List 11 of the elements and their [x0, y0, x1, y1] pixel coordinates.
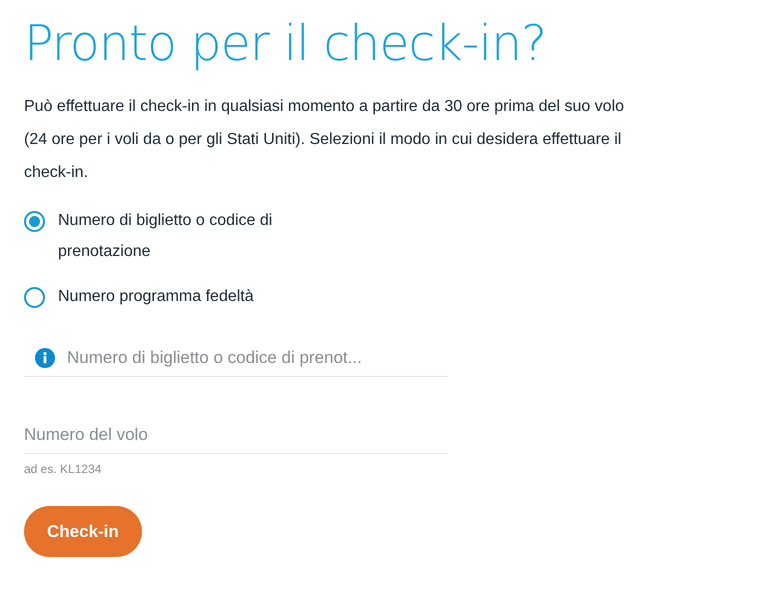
radio-button[interactable] [24, 211, 45, 232]
radio-button[interactable] [24, 287, 45, 308]
option-label: Numero programma fedeltà [58, 287, 255, 307]
check-in-button[interactable]: Check-in [24, 506, 142, 557]
page-title: Pronto per il check-in? [24, 14, 548, 74]
intro-text: Può effettuare il check-in in qualsiasi momento a partire da 30 ore prima del suo volo (24 ore per i voli da o per gli Stati Uniti). Selezioni il modo in cui desidera effettuare il check-in. [24, 97, 626, 183]
info-icon[interactable] [35, 348, 55, 368]
text-field[interactable]: Numero di biglietto o codice di prenot... [67, 348, 448, 368]
option-label: Numero di biglietto o codice di prenotazione [58, 211, 274, 262]
text-field[interactable]: Numero del volo [24, 425, 448, 445]
field-hint: ad es. KL1234 [24, 462, 102, 476]
